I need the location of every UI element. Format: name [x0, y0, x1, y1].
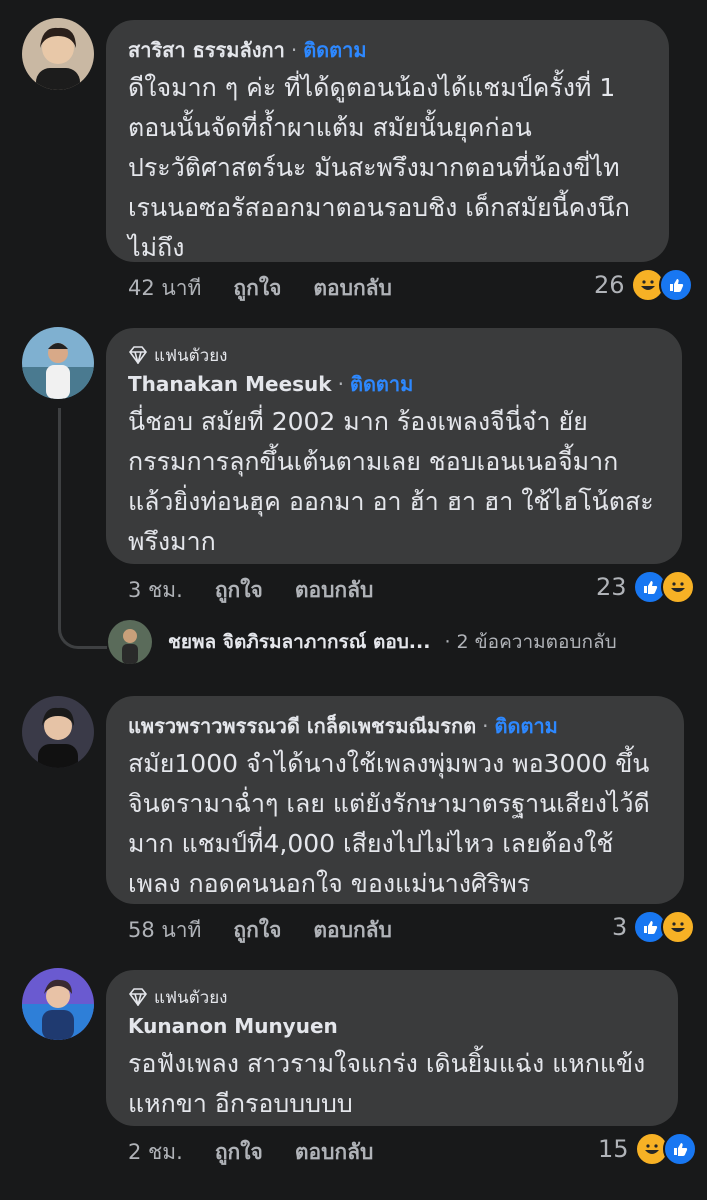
comment-text: สมัย1000 จำได้นางใช้เพลงพุ่มพวง พอ3000 ข… — [128, 749, 650, 898]
comment-time[interactable]: 58 นาที — [128, 914, 201, 947]
reaction-count: 3 — [612, 913, 628, 941]
commenter-name[interactable]: สาริสา ธรรมลังกา — [128, 38, 285, 62]
reply-count[interactable]: · 2 ข้อความตอบกลับ — [444, 627, 616, 657]
commenter-name[interactable]: Thanakan Meesuk — [128, 372, 332, 396]
avatar[interactable] — [22, 968, 94, 1040]
like-icon — [662, 1132, 697, 1166]
avatar[interactable] — [22, 18, 94, 90]
commenter-name[interactable]: แพรวพราวพรรณวดี เกล็ดเพชรมณีมรกต — [128, 714, 476, 738]
reply-author[interactable]: ชยพล จิตภิรมลาภากรณ์ ตอบ... — [168, 627, 430, 657]
follow-button[interactable]: ติดตาม — [494, 714, 557, 738]
badge-label: แฟนตัวยง — [154, 345, 228, 366]
reaction-summary[interactable]: 26 — [594, 268, 693, 302]
diamond-icon — [128, 346, 148, 364]
comment-time[interactable]: 42 นาที — [128, 272, 201, 305]
avatar[interactable] — [22, 327, 94, 399]
reply-button[interactable]: ตอบกลับ — [295, 1136, 374, 1169]
comment-header: Thanakan Meesuk · ติดตาม — [128, 372, 414, 396]
like-button[interactable]: ถูกใจ — [215, 574, 263, 607]
reaction-count: 15 — [598, 1135, 629, 1163]
thread-line — [58, 408, 107, 649]
avatar — [108, 620, 152, 664]
reaction-summary[interactable]: 23 — [596, 570, 695, 604]
comment-bubble: แฟนตัวยง Thanakan Meesuk · ติดตาม นี่ชอบ ส… — [106, 328, 682, 564]
reaction-summary[interactable]: 3 — [612, 910, 696, 944]
commenter-name[interactable]: Kunanon Munyuen — [128, 1014, 338, 1038]
view-replies-link[interactable]: ชยพล จิตภิรมลาภากรณ์ ตอบ... · 2 ข้อความต… — [108, 620, 617, 664]
haha-icon — [660, 570, 695, 604]
haha-icon — [661, 910, 696, 944]
comment-header: สาริสา ธรรมลังกา · ติดตาม — [128, 38, 367, 62]
reply-button[interactable]: ตอบกลับ — [295, 574, 374, 607]
reaction-summary[interactable]: 15 — [598, 1132, 697, 1166]
follow-button[interactable]: ติดตาม — [350, 372, 413, 396]
comment-time[interactable]: 3 ชม. — [128, 574, 183, 607]
follow-button[interactable]: ติดตาม — [303, 38, 366, 62]
comment-text: นี่ชอบ สมัยที่ 2002 มาก ร้องเพลงจีนี่จ๋า… — [128, 407, 654, 556]
comment-bubble: แฟนตัวยง Kunanon Munyuen รอฟังเพลง สาวรา… — [106, 970, 678, 1126]
reaction-count: 23 — [596, 573, 627, 601]
like-button[interactable]: ถูกใจ — [233, 272, 281, 305]
comment-bubble: แพรวพราวพรรณวดี เกล็ดเพชรมณีมรกต · ติดตาม … — [106, 696, 684, 904]
reaction-count: 26 — [594, 271, 625, 299]
comment-actions: 3 ชม. ถูกใจ ตอบกลับ — [128, 574, 405, 607]
badge-label: แฟนตัวยง — [154, 987, 228, 1008]
comment-actions: 2 ชม. ถูกใจ ตอบกลับ — [128, 1136, 405, 1169]
comment-text: รอฟังเพลง สาวรามใจแกร่ง เดินยิ้มแฉ่ง แหก… — [128, 1049, 646, 1118]
reply-button[interactable]: ตอบกลับ — [313, 272, 392, 305]
like-button[interactable]: ถูกใจ — [215, 1136, 263, 1169]
comment-header: Kunanon Munyuen — [128, 1010, 656, 1042]
reply-button[interactable]: ตอบกลับ — [313, 914, 392, 947]
comment-bubble: สาริสา ธรรมลังกา · ติดตาม ดีใจมาก ๆ ค่ะ ที… — [106, 20, 669, 262]
comment-time[interactable]: 2 ชม. — [128, 1136, 183, 1169]
like-icon — [658, 268, 693, 302]
like-button[interactable]: ถูกใจ — [233, 914, 281, 947]
comment-actions: 42 นาที ถูกใจ ตอบกลับ — [128, 272, 424, 305]
top-fan-badge: แฟนตัวยง — [128, 984, 656, 1010]
comment-actions: 58 นาที ถูกใจ ตอบกลับ — [128, 914, 424, 947]
avatar[interactable] — [22, 696, 94, 768]
comment-text: ดีใจมาก ๆ ค่ะ ที่ได้ดูตอนน้องได้แชมป์ครั… — [128, 73, 630, 262]
comment-header: แพรวพราวพรรณวดี เกล็ดเพชรมณีมรกต · ติดตาม — [128, 714, 558, 738]
top-fan-badge: แฟนตัวยง — [128, 342, 660, 368]
diamond-icon — [128, 988, 148, 1006]
